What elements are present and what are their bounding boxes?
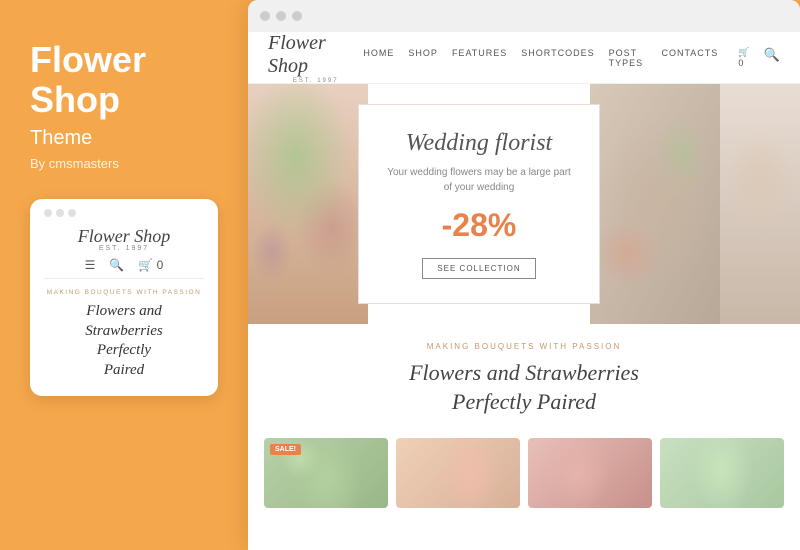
cart-icon[interactable]: 🛒 0 (738, 47, 754, 68)
product-item-2[interactable] (396, 438, 520, 508)
mobile-mockup: Flower Shop EST. 1997 ☰ 🔍 🛒 0 Making Bou… (30, 199, 218, 396)
hero-image-mid (590, 84, 720, 324)
theme-subtitle: Theme (30, 127, 218, 150)
theme-author: By cmsmasters (30, 156, 218, 171)
mockup-heading: Flowers and Strawberries Perfectly Paire… (44, 302, 204, 380)
product-item-4[interactable] (660, 438, 784, 508)
nav-home[interactable]: Home (363, 48, 394, 68)
browser-dot-2 (276, 11, 286, 21)
hero-image-left (248, 84, 368, 324)
hero-description: Your wedding flowers may be a large part… (387, 165, 571, 195)
hero-area: Wedding florist Your wedding flowers may… (248, 84, 800, 324)
site-logo[interactable]: Flower Shop EST. 1997 (268, 32, 363, 84)
content-section: Making Bouquets With Passion Flowers and… (248, 324, 800, 428)
hero-banner: Wedding florist Your wedding flowers may… (358, 104, 600, 304)
nav-features[interactable]: Features (452, 48, 507, 68)
browser-dot-1 (260, 11, 270, 21)
search-icon[interactable]: 🔍 (109, 258, 124, 272)
nav-contacts[interactable]: Contacts (661, 48, 718, 68)
hero-discount: -28% (387, 207, 571, 244)
section-tagline: Making Bouquets With Passion (272, 342, 776, 351)
browser-bar (248, 0, 800, 32)
mockup-dot-3 (68, 209, 76, 217)
mockup-dots (44, 209, 204, 217)
hero-image-right (720, 84, 800, 324)
nav-icons: 🛒 0 🔍 (738, 47, 780, 68)
mockup-dot-2 (56, 209, 64, 217)
cart-icon[interactable]: 🛒 0 (138, 258, 163, 272)
mockup-tagline: Making Bouquets With Passion (44, 289, 204, 296)
nav-links: Home Shop Features Shortcodes Post Types… (363, 48, 718, 68)
hero-title: Wedding florist (387, 130, 571, 157)
product-row: Sale! (248, 428, 800, 518)
theme-title: Flower Shop (30, 40, 218, 119)
mockup-logo-sub: EST. 1997 (44, 245, 204, 252)
nav-post-types[interactable]: Post Types (609, 48, 648, 68)
see-collection-button[interactable]: See Collection (422, 258, 535, 279)
left-panel: Flower Shop Theme By cmsmasters Flower S… (0, 0, 248, 550)
hamburger-icon[interactable]: ☰ (85, 258, 96, 272)
section-heading: Flowers and Strawberries Perfectly Paire… (272, 359, 776, 416)
mockup-nav: ☰ 🔍 🛒 0 (44, 258, 204, 279)
search-icon[interactable]: 🔍 (764, 47, 780, 68)
browser-dot-3 (292, 11, 302, 21)
browser-window: Flower Shop EST. 1997 Home Shop Features… (248, 0, 800, 550)
sale-badge-1: Sale! (270, 444, 301, 455)
product-item-1[interactable]: Sale! (264, 438, 388, 508)
nav-shortcodes[interactable]: Shortcodes (521, 48, 594, 68)
site-nav: Flower Shop EST. 1997 Home Shop Features… (248, 32, 800, 84)
mockup-dot-1 (44, 209, 52, 217)
mockup-logo: Flower Shop (44, 227, 204, 245)
nav-shop[interactable]: Shop (408, 48, 438, 68)
product-item-3[interactable] (528, 438, 652, 508)
